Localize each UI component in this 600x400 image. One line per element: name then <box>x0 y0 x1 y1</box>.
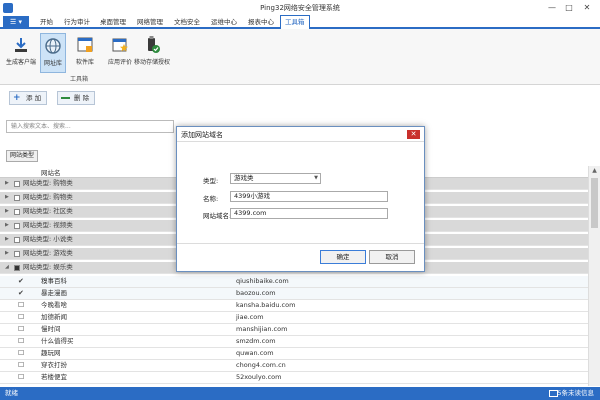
table-row[interactable]: ✔ 暴走漫画 baozou.com <box>0 288 588 300</box>
globe-icon <box>45 38 61 54</box>
row-checkbox[interactable]: ☐ <box>18 372 24 383</box>
menu-network-management[interactable]: 网络管理 <box>133 16 167 28</box>
vertical-scrollbar[interactable]: ▲ <box>588 166 600 386</box>
maximize-button[interactable]: □ <box>562 2 576 13</box>
mobile-storage-auth-button[interactable]: 移动存储授权 <box>132 33 172 73</box>
dialog-title: 添加网站域名 <box>181 131 223 139</box>
group-checkbox[interactable] <box>14 195 20 201</box>
scroll-thumb[interactable] <box>591 178 598 228</box>
menu-start[interactable]: 开始 <box>36 16 57 28</box>
cancel-button[interactable]: 取消 <box>369 250 415 264</box>
status-bar: 就绪 5条未读信息 <box>0 387 600 400</box>
download-icon <box>15 38 27 52</box>
menu-desktop-management[interactable]: 桌面管理 <box>96 16 130 28</box>
menu-toolbox[interactable]: 工具箱 <box>280 15 310 29</box>
unread-messages-link[interactable]: 5条未读信息 <box>557 387 594 400</box>
expand-arrow-icon[interactable]: ▶ <box>5 234 9 245</box>
table-row[interactable]: ☐ 什么值得买 smzdm.com <box>0 336 588 348</box>
ok-button[interactable]: 确定 <box>320 250 366 264</box>
window-title: Ping32网络安全管理系统 <box>260 4 340 12</box>
row-checkbox-checked[interactable]: ✔ <box>18 276 24 287</box>
table-row[interactable]: ✔ 糗事百科 qiushibaike.com <box>0 276 588 288</box>
expand-arrow-icon[interactable]: ▶ <box>5 206 9 217</box>
table-row[interactable]: ☐ 穿衣打扮 chong4.com.cn <box>0 360 588 372</box>
row-checkbox[interactable]: ☐ <box>18 312 24 323</box>
table-row[interactable]: ☐ 慢时间 manshijian.com <box>0 324 588 336</box>
domain-input[interactable]: 4399.com <box>230 208 388 219</box>
url-library-button[interactable]: 网址库 <box>40 33 66 73</box>
dialog-divider <box>177 141 424 142</box>
column-header-site-name[interactable]: 网站名 <box>41 167 61 177</box>
row-checkbox[interactable]: ☐ <box>18 336 24 347</box>
expand-arrow-icon[interactable]: ▶ <box>5 178 9 189</box>
plus-icon: + <box>13 93 21 103</box>
group-checkbox[interactable] <box>14 251 20 257</box>
group-checkbox[interactable] <box>14 265 20 271</box>
minimize-button[interactable]: — <box>545 2 559 13</box>
action-toolbar: + 添 加 删 除 <box>0 86 600 110</box>
delete-button[interactable]: 删 除 <box>57 91 96 105</box>
usb-auth-icon <box>148 36 160 53</box>
row-checkbox[interactable]: ☐ <box>18 348 24 359</box>
row-checkbox[interactable]: ☐ <box>18 360 24 371</box>
group-checkbox[interactable] <box>14 223 20 229</box>
software-library-icon <box>77 37 93 52</box>
ribbon-group-label: 工具箱 <box>70 76 89 83</box>
row-checkbox-checked[interactable]: ✔ <box>18 288 24 299</box>
expand-arrow-icon[interactable]: ▶ <box>5 192 9 203</box>
menu-document-security[interactable]: 文档安全 <box>170 16 204 28</box>
name-input[interactable]: 4399小游戏 <box>230 191 388 202</box>
menu-bar: ☰ ▾ 开始 行为审计 桌面管理 网络管理 文档安全 运维中心 报表中心 工具箱 <box>0 15 600 29</box>
expand-arrow-icon[interactable]: ▶ <box>5 248 9 259</box>
dialog-close-button[interactable]: ✕ <box>407 130 420 139</box>
group-by-chip[interactable]: 网站类型 <box>6 150 39 162</box>
row-checkbox[interactable]: ☐ <box>18 324 24 335</box>
group-checkbox[interactable] <box>14 237 20 243</box>
expand-arrow-icon[interactable]: ▶ <box>5 220 9 231</box>
collapse-arrow-icon[interactable]: ◢ <box>5 262 9 273</box>
software-library-button[interactable]: 软件库 <box>70 33 100 73</box>
domain-label: 网站域名: <box>203 212 232 220</box>
name-label: 名称: <box>203 195 219 203</box>
menu-ops-center[interactable]: 运维中心 <box>207 16 241 28</box>
app-rating-icon <box>112 38 128 52</box>
add-button[interactable]: + 添 加 <box>9 91 48 105</box>
row-checkbox[interactable]: ☐ <box>18 300 24 311</box>
title-bar: Ping32网络安全管理系统 — □ ✕ <box>0 0 600 15</box>
chevron-down-icon: ▼ <box>314 175 318 181</box>
search-input[interactable]: 输入搜索文本、搜索... <box>6 120 174 133</box>
type-select[interactable]: 游戏类 ▼ <box>230 173 321 184</box>
group-checkbox[interactable] <box>14 181 20 187</box>
ribbon: 生成客户端 网址库 软件库 应用评价 移动存储授权 工具箱 <box>0 29 600 85</box>
table-row[interactable]: ☐ 趣玩网 quwan.com <box>0 348 588 360</box>
dialog-footer-divider <box>177 243 424 244</box>
table-row[interactable]: ☐ 若楼便宜 52xoulyo.com <box>0 372 588 384</box>
app-menu-button[interactable]: ☰ ▾ <box>3 16 29 28</box>
group-checkbox[interactable] <box>14 209 20 215</box>
table-row[interactable]: ☐ 加德新闻 jiae.com <box>0 312 588 324</box>
minus-icon <box>61 97 70 99</box>
table-row[interactable]: ☐ 今晚看啥 kansha.baidu.com <box>0 300 588 312</box>
close-window-button[interactable]: ✕ <box>580 2 594 13</box>
type-label: 类型: <box>203 177 219 185</box>
generate-client-button[interactable]: 生成客户端 <box>4 33 38 73</box>
status-text: 就绪 <box>5 389 18 397</box>
add-domain-dialog: 添加网站域名 ✕ 类型: 游戏类 ▼ 名称: 4399小游戏 网站域名: 439… <box>176 126 425 272</box>
scroll-up-icon[interactable]: ▲ <box>589 166 600 176</box>
menu-report-center[interactable]: 报表中心 <box>244 16 278 28</box>
menu-behavior-audit[interactable]: 行为审计 <box>60 16 94 28</box>
